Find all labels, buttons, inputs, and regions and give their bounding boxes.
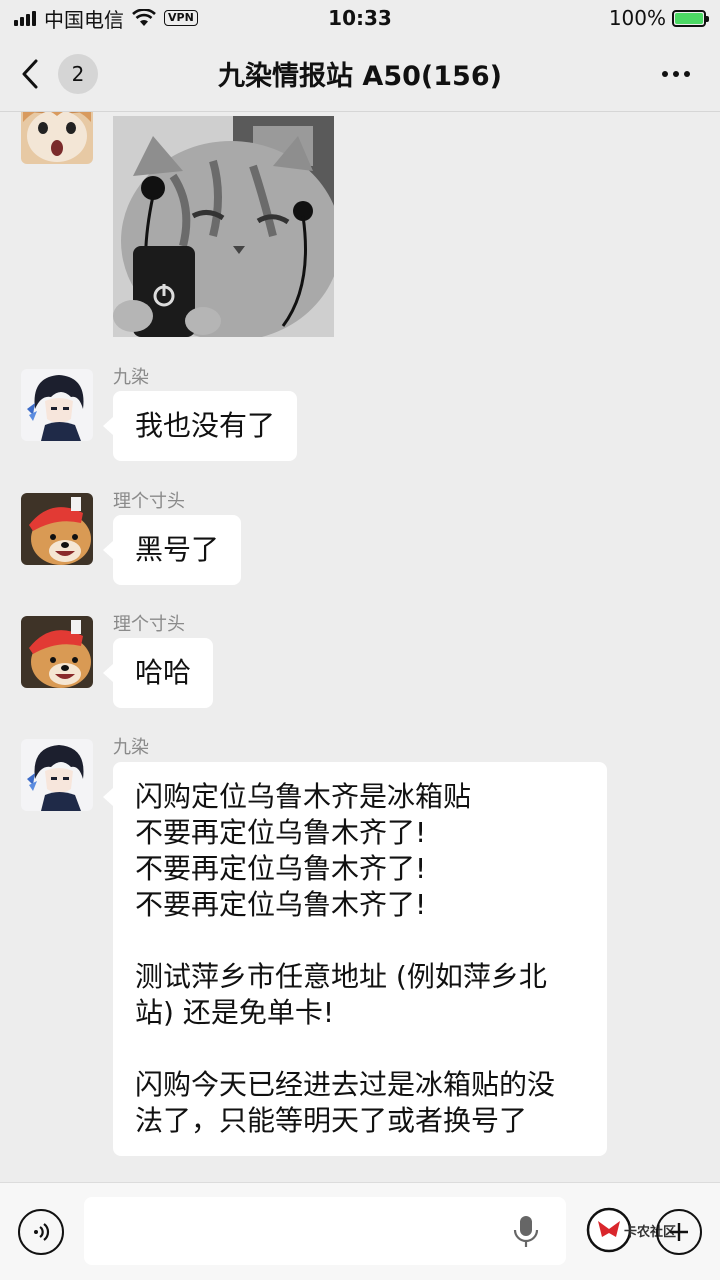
microphone-icon[interactable] — [512, 1215, 540, 1253]
status-right: 100% — [608, 6, 709, 30]
shiba-dog-avatar[interactable] — [21, 493, 93, 565]
battery-percent: 100% — [608, 6, 666, 30]
message-text: 闪购定位乌鲁木齐是冰箱贴 不要再定位乌鲁木齐了! 不要再定位乌鲁木齐了! 不要再… — [135, 780, 556, 1137]
message-bubble[interactable]: 黑号了 — [102, 515, 242, 585]
message-bubble[interactable]: 我也没有了 — [102, 391, 298, 461]
message-bubble[interactable]: 闪购定位乌鲁木齐是冰箱贴 不要再定位乌鲁木齐了! 不要再定位乌鲁木齐了! 不要再… — [103, 762, 607, 1156]
status-bar: 中国电信 VPN 10:33 100% — [0, 0, 720, 36]
message-bubble[interactable]: 哈哈 — [102, 638, 214, 708]
anime-boy-avatar[interactable] — [21, 369, 93, 441]
cat-headphones-sticker[interactable] — [113, 116, 334, 337]
message-text: 黑号了 — [135, 533, 220, 566]
chat-header: 2 九染情报站 A50(156) — [0, 36, 720, 112]
nav-left: 2 — [20, 53, 98, 94]
wifi-icon — [132, 9, 156, 26]
anime-boy-avatar[interactable] — [21, 739, 93, 811]
carrier-label: 中国电信 — [44, 7, 124, 32]
chat-message-list[interactable]: 九染 我也没有了 理个寸头 黑号了 理个寸头 哈哈 九染 闪购定位乌鲁木齐是冰箱… — [0, 112, 720, 1182]
message-text: 我也没有了 — [135, 409, 276, 442]
battery-fill — [675, 12, 703, 24]
sender-name: 九染 — [113, 737, 149, 758]
kitten-avatar[interactable] — [21, 112, 93, 164]
more-options-icon[interactable] — [652, 61, 700, 87]
sender-name: 九染 — [113, 367, 149, 388]
plus-icon[interactable] — [656, 1209, 702, 1255]
battery-icon — [672, 9, 709, 27]
status-left: 中国电信 VPN — [14, 4, 198, 33]
chat-title: 九染情报站 A50(156) — [218, 61, 502, 92]
sender-name: 理个寸头 — [113, 491, 185, 512]
signal-icon — [14, 10, 36, 26]
sender-name: 理个寸头 — [113, 614, 185, 635]
message-text: 哈哈 — [135, 656, 192, 689]
voice-toggle-icon[interactable] — [18, 1209, 64, 1255]
back-icon[interactable] — [20, 56, 46, 92]
vpn-badge: VPN — [164, 10, 198, 26]
shiba-dog-avatar[interactable] — [21, 616, 93, 688]
message-input[interactable] — [84, 1197, 566, 1265]
unread-count-badge[interactable]: 2 — [58, 53, 98, 94]
input-bar: 卡农社区 — [0, 1182, 720, 1280]
